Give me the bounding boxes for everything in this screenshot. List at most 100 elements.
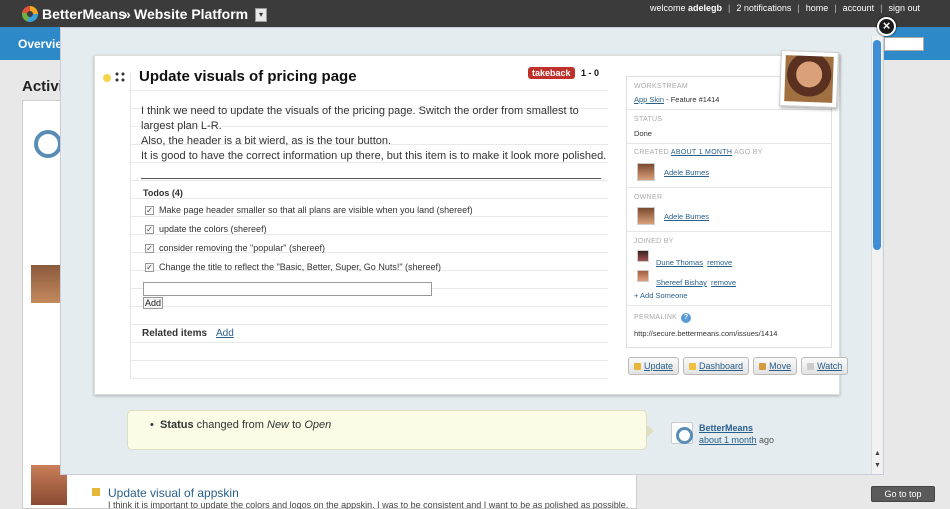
todo-text: Make page header smaller so that all pla… [159,205,473,215]
divider [627,305,831,306]
help-icon[interactable]: ? [681,313,692,323]
activity-time-link[interactable]: about 1 month [699,435,757,445]
status-value: Done [634,129,652,138]
move-button[interactable]: Move [753,357,798,375]
user-nav: welcome adelegb | 2 notifications | home… [650,3,920,13]
nav-divider: | [728,3,731,13]
avatar[interactable] [637,270,649,282]
related-add-link[interactable]: Add [216,328,234,339]
owner-link[interactable]: Adele Burnes [664,212,709,221]
description-line: I think we need to update the visuals of… [141,105,579,132]
checkbox-icon[interactable]: ✓ [145,205,154,215]
todos-heading: Todos (4) [143,188,183,198]
divider [627,187,831,188]
home-link[interactable]: home [806,3,829,13]
story-title[interactable]: Update visual of appskin [108,486,239,500]
issue-title: Update visuals of pricing page [139,68,357,85]
update-button[interactable]: Update [628,357,680,375]
nav-divider: | [880,3,883,13]
story-description: I think it is important to update the co… [108,500,629,509]
logo-icon[interactable] [22,6,38,22]
project-name[interactable]: Website Platform [134,6,248,22]
created-by-link[interactable]: Adele Burnes [664,168,709,177]
checkbox-icon[interactable]: ✓ [145,243,154,253]
activity-from: New [267,419,290,431]
status-label: STATUS [634,116,663,123]
bulb-icon [103,74,111,82]
brand-separator: » [123,6,131,22]
watch-icon [807,362,815,370]
vote-score: 1 - 0 [581,68,600,78]
project-dropdown-icon[interactable]: ▾ [255,8,267,22]
welcome-prefix: welcome [649,3,686,13]
nav-divider: | [834,3,837,13]
checkbox-icon[interactable]: ✓ [145,262,154,272]
remove-member-link[interactable]: remove [711,278,736,287]
activity-author-link[interactable]: BetterMeans [699,423,753,433]
joined-label: JOINED BY [634,238,674,245]
update-label: Update [644,361,674,371]
add-todo-button[interactable]: Add [143,297,163,309]
related-items-label: Related items [142,328,208,339]
dashboard-button[interactable]: Dashboard [683,357,750,375]
watch-label: Watch [817,361,843,371]
top-bar: BetterMeans » Website Platform ▾ welcome… [0,0,950,27]
activity-time: about 1 month ago [699,435,774,445]
dashboard-label: Dashboard [699,361,744,371]
brand-name[interactable]: BetterMeans [42,6,126,22]
issue-card: Update visuals of pricing page takeback … [94,50,849,395]
search-input[interactable] [884,37,924,51]
activity-to: Open [304,419,332,431]
avatar[interactable] [637,250,649,262]
member-link[interactable]: Dune Thomas [656,258,703,267]
new-todo-input[interactable] [143,282,432,296]
move-icon [759,362,767,370]
signout-link[interactable]: sign out [888,3,920,13]
issue-description: I think we need to update the visuals of… [141,104,611,164]
add-someone-link[interactable]: + Add Someone [634,291,688,300]
remove-member-link[interactable]: remove [707,258,732,267]
todo-item: ✓ update the colors (shereef) [145,224,267,234]
owner-label: OWNER [634,194,663,201]
avatar-photo [784,55,834,103]
welcome-text: welcome adelegb [650,3,722,13]
logo-icon[interactable] [671,422,693,444]
watch-button[interactable]: Watch [801,357,849,375]
move-label: Move [769,361,792,371]
scrollbar-thumb[interactable] [873,40,881,250]
account-link[interactable]: account [843,3,875,13]
todo-item: ✓ Make page header smaller so that all p… [145,205,473,215]
joined-member: Shereef Bishay remove [656,278,736,287]
workstream-suffix: - Feature #1414 [664,95,720,104]
modal-scrollbar[interactable]: ▲ ▼ [871,36,882,474]
workstream-link[interactable]: App Skin [634,95,664,104]
username: adelegb [687,3,722,13]
description-line: Also, the header is a bit wierd, as is t… [141,135,392,147]
avatar[interactable] [637,207,655,225]
description-line: It is good to have the correct informati… [141,150,607,162]
activity-verb: changed from [193,419,267,431]
go-to-top-button[interactable]: Go to top [871,486,935,502]
permalink-label: PERMALINK? [634,313,692,323]
member-link[interactable]: Shereef Bishay [656,278,707,287]
close-icon[interactable]: × [877,17,896,36]
activity-to-word: to [289,419,305,431]
scroll-up-icon[interactable]: ▲ [873,450,882,460]
takeback-button[interactable]: takeback [528,67,575,79]
issue-sidebar: WORKSTREAM App Skin - Feature #1414 STAT… [626,76,832,348]
checkbox-icon[interactable]: ✓ [145,224,154,234]
permalink-value[interactable]: http://secure.bettermeans.com/issues/141… [634,329,777,338]
drag-handle-icon[interactable] [114,71,126,83]
created-prefix: CREATED [634,149,670,156]
notifications-link[interactable]: 2 notifications [736,3,791,13]
divider [627,231,831,232]
dashboard-icon [689,362,697,370]
avatar[interactable] [637,163,655,181]
action-buttons: Update Dashboard Move Watch [628,357,849,375]
created-label: CREATED ABOUT 1 MONTH AGO BY [634,149,763,156]
pencil-icon [634,362,641,370]
scroll-down-icon[interactable]: ▼ [873,462,882,472]
created-time-link[interactable]: ABOUT 1 MONTH [671,149,732,156]
workstream-value: App Skin - Feature #1414 [634,95,719,104]
workstream-label: WORKSTREAM [634,83,688,90]
